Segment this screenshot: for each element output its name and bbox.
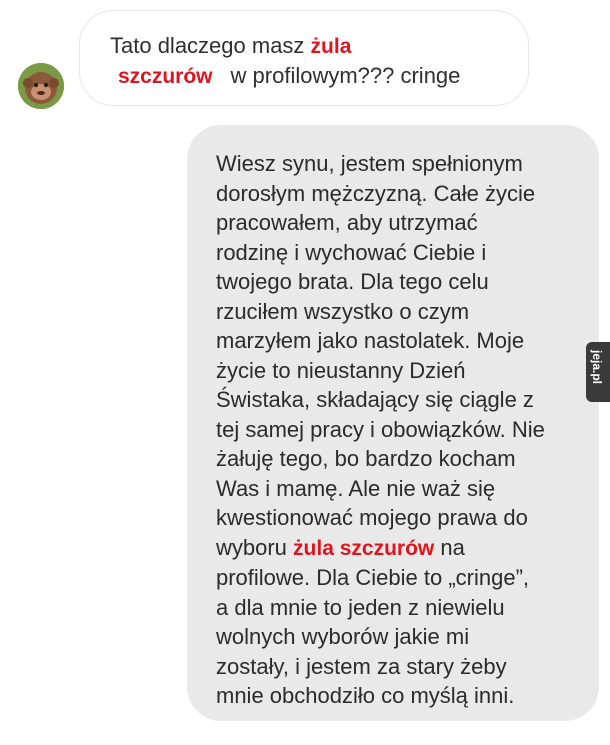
message-line: pracowałem, aby utrzymać [216, 210, 478, 235]
message-line: Świstaka, składający się ciągle z [216, 387, 534, 412]
message-line: zostały, i jestem za stary żeby [216, 653, 507, 679]
monkey-avatar-icon [18, 63, 64, 109]
highlighted-word: szczurów [118, 65, 213, 88]
message-line: kwestionować mojego prawa do [216, 505, 528, 530]
outgoing-message-text: Wiesz synu, jestem spełnionym dorosłym m… [216, 149, 586, 711]
incoming-message-line: szczurów w profilowym??? cringe [118, 63, 460, 89]
message-line: a dla mnie to jeden z niewielu [216, 594, 505, 620]
message-line: żałuję tego, bo bardzo kocham [216, 446, 516, 471]
outgoing-message-bubble[interactable]: Wiesz synu, jestem spełnionym dorosłym m… [187, 125, 599, 721]
message-line: wyboru żula szczurów na [216, 533, 586, 564]
incoming-message-text: Tato dlaczego masz [110, 33, 311, 58]
watermark-text: jeja.pl [590, 349, 604, 384]
message-line: tej samej pracy i obowiązków. Nie [216, 416, 545, 442]
incoming-message-text: w profilowym??? cringe [230, 63, 461, 88]
message-line: rzuciłem wszystko o czym [216, 298, 470, 324]
message-line: marzyłem jako nastolatek. Moje [216, 328, 525, 353]
incoming-message-line: Tato dlaczego masz żula [110, 33, 351, 59]
message-line: Wiesz synu, jestem spełnionym [216, 151, 523, 176]
message-line: Was i mamę. Ale nie waż się [216, 475, 496, 501]
highlighted-word: żula [310, 35, 352, 58]
incoming-message-bubble[interactable]: Tato dlaczego masz żula szczurów w profil… [79, 10, 529, 106]
avatar[interactable] [18, 63, 64, 109]
jeja-watermark: jeja.pl [586, 342, 610, 402]
message-line: twojego brata. Dla tego celu [216, 269, 489, 294]
message-line: życie to nieustanny Dzień [216, 357, 466, 383]
message-line: dorosłym mężczyzną. Całe życie [216, 180, 536, 206]
highlighted-word: żula szczurów [293, 536, 435, 560]
message-text: na [434, 534, 465, 560]
message-line: profilowe. Dla Ciebie to „cringe”, [216, 565, 530, 590]
message-line: mnie obchodziło co myślą inni. [216, 683, 515, 708]
message-line: wolnych wyborów jakie mi [216, 624, 470, 649]
message-line: rodzinę i wychować Ciebie i [216, 239, 487, 265]
message-text: wyboru [216, 534, 294, 560]
